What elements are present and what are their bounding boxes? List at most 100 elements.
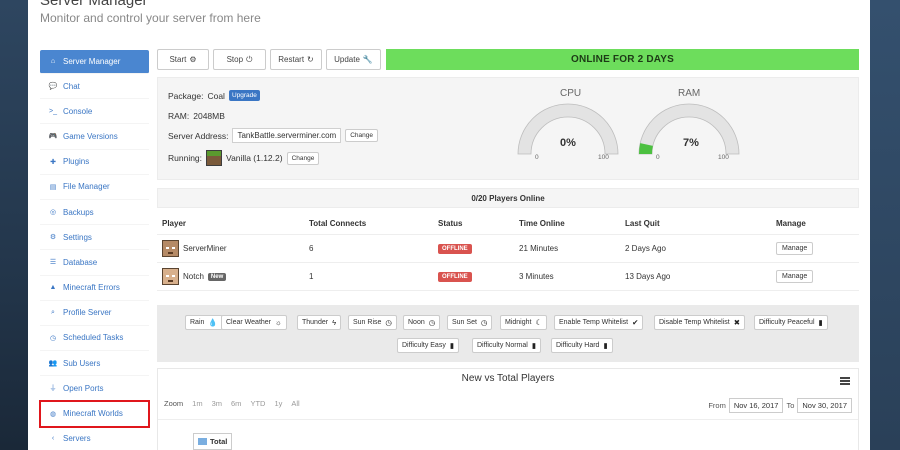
command-label: Sun Rise (353, 319, 382, 326)
ram-gauge-min: 0 (656, 154, 660, 161)
zoom-option-6m[interactable]: 6m (231, 399, 241, 408)
sidebar-item-open-ports[interactable]: ⏚ Open Ports (40, 376, 149, 402)
status-cell: OFFLINE (438, 263, 472, 290)
to-date-input[interactable]: Nov 30, 2017 (797, 398, 852, 413)
noon-button[interactable]: Noon ◷ (403, 315, 441, 330)
sidebar-item-minecraft-worlds[interactable]: ◍ Minecraft Worlds (39, 400, 150, 428)
grass-block-icon (206, 150, 223, 166)
players-online-header: 0/20 Players Online (157, 188, 859, 208)
cpu-gauge-min: 0 (535, 154, 539, 161)
warning-icon: ▲ (49, 284, 57, 292)
backup-icon: ◎ (49, 209, 57, 217)
zoom-option-all[interactable]: All (291, 399, 299, 408)
sidebar-item-minecraft-errors[interactable]: ▲ Minecraft Errors (40, 276, 149, 301)
players-table: Player Total Connects Status Time Online… (157, 213, 859, 291)
terminal-icon: >_ (49, 107, 57, 115)
sidebar-item-label: Minecraft Worlds (63, 409, 123, 419)
restart-button[interactable]: Restart ↻ (270, 49, 322, 70)
restart-label: Restart (278, 55, 305, 64)
zoom-option-1y[interactable]: 1y (274, 399, 282, 408)
drop-icon: 💧 (208, 318, 218, 327)
update-button[interactable]: Update 🔧 (326, 49, 381, 70)
cpu-gauge-max: 100 (598, 154, 609, 161)
change-address-button[interactable]: Change (345, 129, 378, 142)
connects-cell: 6 (309, 244, 314, 253)
difficulty-easy-button[interactable]: Difficulty Easy ▮ (397, 338, 459, 353)
clear-weather-button[interactable]: Clear Weather ☼ (221, 315, 287, 330)
manage-button[interactable]: Manage (776, 270, 814, 283)
difficulty-peaceful-button[interactable]: Difficulty Peaceful ▮ (754, 315, 828, 330)
sidebar-item-backups[interactable]: ◎ Backups (40, 200, 149, 226)
stop-label: Stop (226, 55, 244, 64)
upgrade-button[interactable]: Upgrade (228, 90, 260, 101)
manage-button[interactable]: Manage (776, 242, 814, 255)
sidebar-item-database[interactable]: ☰ Database (40, 250, 149, 276)
sidebar-item-server-manager[interactable]: ⌂ Server Manager (40, 50, 149, 74)
time-cell: 21 Minutes (519, 244, 559, 253)
from-date-input[interactable]: Nov 16, 2017 (728, 398, 784, 413)
difficulty-hard-button[interactable]: Difficulty Hard ▮ (551, 338, 613, 353)
chart-menu-icon[interactable] (840, 377, 850, 385)
sidebar-item-plugins[interactable]: ✚ Plugins (40, 150, 149, 175)
sidebar-item-servers[interactable]: ‹ Servers (40, 427, 149, 450)
zoom-option-ytd[interactable]: YTD (250, 399, 265, 408)
sidebar-item-scheduled-tasks[interactable]: ◷ Scheduled Tasks (40, 326, 149, 352)
sidebar-item-label: Game Versions (63, 131, 118, 141)
col-manage: Manage (776, 219, 806, 228)
sidebar-item-file-manager[interactable]: ▤ File Manager (40, 175, 149, 200)
sidebar-item-chat[interactable]: 💬 Chat (40, 74, 149, 100)
midnight-button[interactable]: Midnight ☾ (500, 315, 548, 330)
background-right (870, 0, 900, 450)
players-table-header: Player Total Connects Status Time Online… (157, 213, 859, 235)
address-label: Server Address: (168, 130, 229, 141)
server-info-box: Package: Coal Upgrade RAM: 2048MB Server… (157, 77, 859, 180)
players-chart: New vs Total Players Zoom 1m 3m 6m YTD 1y All… (157, 368, 859, 450)
stop-button[interactable]: Stop ⏻ (213, 49, 266, 70)
col-last-quit: Last Quit (625, 219, 660, 228)
last-quit-cell: 13 Days Ago (625, 272, 671, 281)
start-button[interactable]: Start ⚙ (157, 49, 209, 70)
server-address-field[interactable]: TankBattle.serverminer.com (232, 128, 342, 143)
cpu-gauge-label: CPU (560, 88, 582, 99)
sidebar-item-settings[interactable]: ⚙ Settings (40, 225, 149, 251)
plug-icon: ⏚ (49, 385, 57, 393)
package-label: Package: (168, 90, 204, 101)
chevron-left-icon: ‹ (51, 435, 55, 443)
status-badge: OFFLINE (438, 243, 472, 254)
sidebar-item-label: Chat (63, 81, 80, 91)
sidebar-item-profile-server[interactable]: ⌕ Profile Server (40, 301, 149, 326)
cpu-gauge-value: 0% (560, 137, 576, 149)
sidebar-item-label: Servers (63, 434, 91, 444)
command-label: Rain (190, 319, 205, 326)
x-icon: ✖ (733, 318, 740, 327)
disable-temp-whitelist-button[interactable]: Disable Temp Whitelist ✖ (654, 315, 745, 330)
book-icon: ▮ (449, 341, 454, 350)
sun-rise-button[interactable]: Sun Rise ◷ (348, 315, 397, 330)
zoom-option-1m[interactable]: 1m (192, 399, 202, 408)
zoom-row: Zoom 1m 3m 6m YTD 1y All (164, 399, 300, 408)
difficulty-normal-button[interactable]: Difficulty Normal ▮ (472, 338, 541, 353)
sidebar-item-label: Open Ports (63, 383, 104, 393)
cpu-gauge (517, 103, 619, 155)
home-icon: ⌂ (50, 58, 56, 65)
sidebar-item-label: File Manager (63, 182, 110, 192)
moon-icon: ☾ (535, 318, 543, 327)
sidebar-item-label: Profile Server (63, 308, 112, 318)
thunder-button[interactable]: Thunder ϟ (297, 315, 342, 330)
sidebar-item-game-versions[interactable]: 🎮 Game Versions (40, 124, 149, 150)
change-version-button[interactable]: Change (286, 151, 320, 165)
users-icon: 👥 (48, 360, 58, 368)
sun-set-button[interactable]: Sun Set ◷ (447, 315, 493, 330)
refresh-icon: ↻ (307, 55, 314, 64)
zoom-option-3m[interactable]: 3m (212, 399, 222, 408)
sidebar-item-sub-users[interactable]: 👥 Sub Users (40, 351, 149, 377)
puzzle-icon: ✚ (50, 158, 56, 166)
chart-legend[interactable]: Total (193, 433, 233, 450)
sidebar-item-console[interactable]: >_ Console (40, 99, 149, 125)
command-label: Difficulty Hard (556, 342, 600, 349)
rain-button[interactable]: Rain 💧 (185, 315, 223, 330)
enable-temp-whitelist-button[interactable]: Enable Temp Whitelist ✔ (554, 315, 644, 330)
sidebar-item-label: Sub Users (63, 358, 101, 368)
ram-value: 2048MB (193, 111, 225, 121)
power-icon: ⏻ (246, 54, 253, 64)
